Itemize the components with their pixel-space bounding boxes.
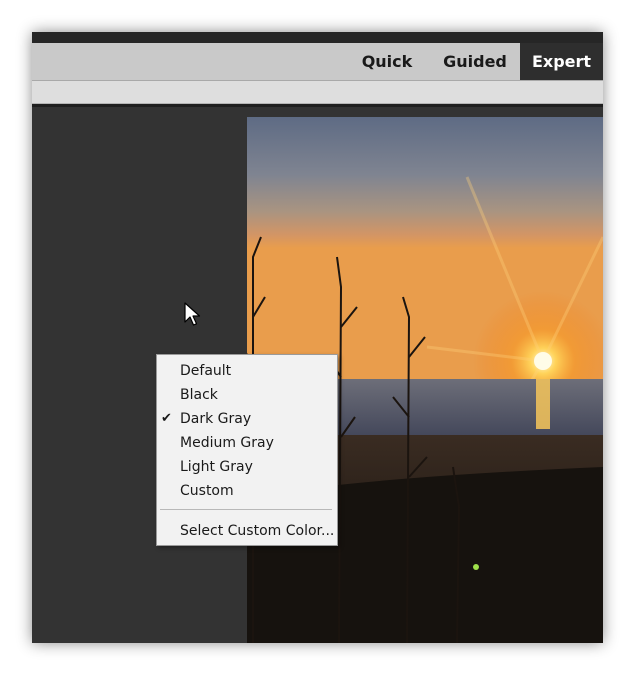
menu-item-label: Custom	[180, 483, 234, 499]
tab-expert[interactable]: Expert	[520, 43, 603, 80]
mouse-pointer-icon	[184, 302, 201, 326]
menu-item-select-custom-color[interactable]: Select Custom Color...	[157, 519, 337, 543]
menu-item-light-gray[interactable]: Light Gray	[157, 455, 337, 479]
menu-item-label: Black	[180, 387, 218, 403]
menu-item-label: Select Custom Color...	[180, 523, 335, 539]
canvas-color-context-menu: Default Black ✔ Dark Gray Medium Gray Li…	[156, 354, 338, 546]
menu-item-label: Medium Gray	[180, 435, 274, 451]
checkmark-icon: ✔	[161, 411, 172, 426]
options-bar	[32, 81, 603, 104]
editor-window: Quick Guided Expert	[32, 32, 603, 643]
menu-item-default[interactable]: Default	[157, 359, 337, 383]
mode-bar: Quick Guided Expert	[32, 43, 603, 81]
tab-guided[interactable]: Guided	[437, 43, 513, 80]
menu-item-black[interactable]: Black	[157, 383, 337, 407]
menu-item-custom[interactable]: Custom	[157, 479, 337, 503]
title-strip	[32, 32, 603, 43]
menu-item-medium-gray[interactable]: Medium Gray	[157, 431, 337, 455]
menu-item-label: Light Gray	[180, 459, 253, 475]
menu-item-label: Dark Gray	[180, 411, 252, 427]
menu-item-dark-gray[interactable]: ✔ Dark Gray	[157, 407, 337, 431]
menu-separator	[160, 509, 332, 510]
menu-item-label: Default	[180, 363, 232, 379]
tab-quick[interactable]: Quick	[354, 43, 420, 80]
